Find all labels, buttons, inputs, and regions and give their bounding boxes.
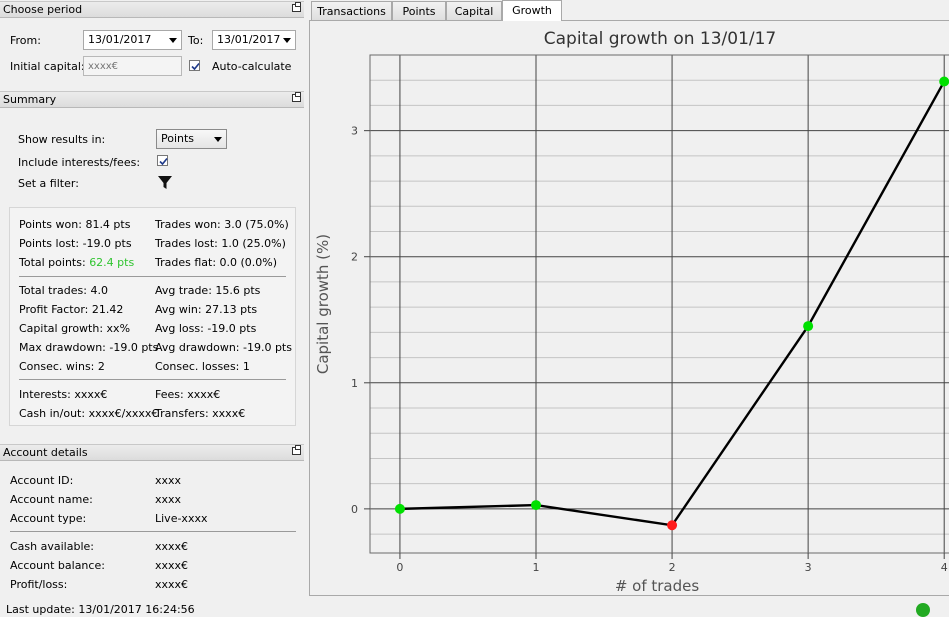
to-date-value: 13/01/2017 bbox=[217, 33, 281, 46]
account-name-label: Account name: bbox=[10, 493, 93, 506]
y-tick-label: 1 bbox=[351, 377, 358, 390]
account-balance-label: Account balance: bbox=[10, 559, 105, 572]
tab-label: Growth bbox=[512, 4, 552, 17]
account-balance-value: xxxx€ bbox=[155, 559, 189, 572]
avg-win: Avg win: 27.13 pts bbox=[155, 303, 258, 316]
connection-status-icon bbox=[916, 603, 930, 617]
tab-transactions[interactable]: Transactions bbox=[311, 1, 392, 20]
consec-wins: Consec. wins: 2 bbox=[19, 360, 105, 373]
from-date-picker[interactable]: 13/01/2017 bbox=[83, 30, 182, 50]
avg-drawdown: Avg drawdown: -19.0 pts bbox=[155, 341, 292, 354]
summary-divider bbox=[19, 276, 286, 277]
data-point bbox=[531, 500, 541, 511]
data-point bbox=[394, 503, 405, 514]
y-tick-label: 3 bbox=[351, 125, 358, 138]
consec-losses: Consec. losses: 1 bbox=[155, 360, 250, 373]
account-name-value: xxxx bbox=[155, 493, 182, 506]
account-id-value: xxxx bbox=[155, 474, 182, 487]
points-won: Points won: 81.4 pts bbox=[19, 218, 131, 231]
account-id-label: Account ID: bbox=[10, 474, 74, 487]
trades-lost: Trades lost: 1.0 (25.0%) bbox=[155, 237, 286, 250]
to-label: To: bbox=[188, 34, 204, 47]
tab-points[interactable]: Points bbox=[392, 1, 446, 20]
interests: Interests: xxxx€ bbox=[19, 388, 108, 401]
cash-available-label: Cash available: bbox=[10, 540, 94, 553]
y-tick-label: 0 bbox=[351, 503, 358, 516]
chart-frame: 0 1 2 3 0 1 2 3 4 Capital growth on 13/01/17 # o… bbox=[309, 20, 949, 596]
to-date-picker[interactable]: 13/01/2017 bbox=[212, 30, 296, 50]
from-date-value: 13/01/2017 bbox=[88, 33, 152, 46]
chart-title: Capital growth on 13/01/17 bbox=[544, 29, 777, 49]
account-details-header[interactable]: Account details bbox=[0, 444, 304, 461]
cash-available-value: xxxx€ bbox=[155, 540, 189, 553]
account-type-value: Live-xxxx bbox=[155, 512, 208, 525]
profit-loss-label: Profit/loss: bbox=[10, 578, 68, 591]
transfers: Transfers: xxxx€ bbox=[155, 407, 246, 420]
account-type-label: Account type: bbox=[10, 512, 87, 525]
trades-flat: Trades flat: 0.0 (0.0%) bbox=[155, 256, 278, 269]
summary-title: Summary bbox=[3, 93, 57, 106]
profit-loss-value: xxxx€ bbox=[155, 578, 189, 591]
grid-layer bbox=[370, 54, 949, 553]
avg-loss: Avg loss: -19.0 pts bbox=[155, 322, 257, 335]
auto-calculate-checkbox[interactable] bbox=[189, 60, 200, 71]
from-label: From: bbox=[10, 34, 41, 47]
checkmark-icon bbox=[159, 157, 168, 166]
tab-capital[interactable]: Capital bbox=[446, 1, 502, 20]
tab-label: Capital bbox=[454, 5, 494, 18]
auto-calculate-label: Auto-calculate bbox=[212, 60, 292, 73]
max-drawdown: Max drawdown: -19.0 pts bbox=[19, 341, 159, 354]
show-results-label: Show results in: bbox=[18, 133, 106, 146]
account-details-title: Account details bbox=[3, 446, 88, 459]
x-tick-label: 1 bbox=[533, 561, 540, 574]
chevron-down-icon bbox=[283, 38, 291, 43]
capital-growth: Capital growth: xx% bbox=[19, 322, 131, 335]
last-update-text: Last update: 13/01/2017 16:24:56 bbox=[6, 603, 195, 616]
trades-won: Trades won: 3.0 (75.0%) bbox=[155, 218, 289, 231]
x-tick-label: 4 bbox=[941, 561, 948, 574]
points-lost: Points lost: -19.0 pts bbox=[19, 237, 132, 250]
summary-header[interactable]: Summary bbox=[0, 91, 304, 108]
x-tick-label: 2 bbox=[669, 561, 676, 574]
include-interests-label: Include interests/fees: bbox=[18, 156, 141, 169]
undock-icon[interactable] bbox=[292, 92, 301, 102]
total-points: Total points: 62.4 pts bbox=[19, 256, 134, 269]
summary-divider bbox=[19, 379, 286, 380]
chevron-down-icon bbox=[169, 38, 177, 43]
y-tick-label: 2 bbox=[351, 251, 358, 264]
choose-period-title: Choose period bbox=[3, 3, 83, 16]
tab-growth[interactable]: Growth bbox=[502, 0, 562, 21]
plot-area bbox=[369, 54, 949, 554]
initial-capital-label: Initial capital: bbox=[10, 60, 85, 73]
total-points-value: 62.4 pts bbox=[89, 256, 135, 269]
undock-icon[interactable] bbox=[292, 445, 301, 455]
total-trades: Total trades: 4.0 bbox=[19, 284, 108, 297]
profit-factor: Profit Factor: 21.42 bbox=[19, 303, 124, 316]
data-point bbox=[803, 321, 814, 332]
initial-capital-input[interactable] bbox=[83, 56, 182, 76]
tab-label: Points bbox=[402, 5, 436, 18]
x-axis-title: # of trades bbox=[615, 577, 700, 595]
tab-label: Transactions bbox=[317, 5, 386, 18]
include-interests-checkbox[interactable] bbox=[157, 155, 168, 166]
filter-icon[interactable] bbox=[157, 175, 173, 191]
growth-chart: 0 1 2 3 0 1 2 3 4 Capital growth on 13/01/17 # o… bbox=[314, 29, 949, 595]
undock-icon[interactable] bbox=[292, 2, 301, 12]
avg-trade: Avg trade: 15.6 pts bbox=[155, 284, 261, 297]
checkmark-icon bbox=[191, 62, 200, 71]
choose-period-header[interactable]: Choose period bbox=[0, 1, 304, 18]
x-tick-label: 0 bbox=[396, 561, 403, 574]
fees: Fees: xxxx€ bbox=[155, 388, 221, 401]
chevron-down-icon bbox=[214, 137, 222, 142]
total-points-label: Total points: bbox=[19, 256, 90, 269]
x-tick-label: 3 bbox=[805, 561, 812, 574]
data-point bbox=[667, 520, 678, 531]
set-filter-label: Set a filter: bbox=[18, 177, 79, 190]
show-results-value: Points bbox=[161, 132, 195, 145]
show-results-select[interactable]: Points bbox=[156, 129, 227, 149]
account-divider bbox=[10, 531, 296, 532]
y-axis-title: Capital growth (%) bbox=[314, 234, 332, 374]
cash-in-out: Cash in/out: xxxx€/xxxx€ bbox=[19, 407, 159, 420]
data-point bbox=[939, 76, 949, 87]
